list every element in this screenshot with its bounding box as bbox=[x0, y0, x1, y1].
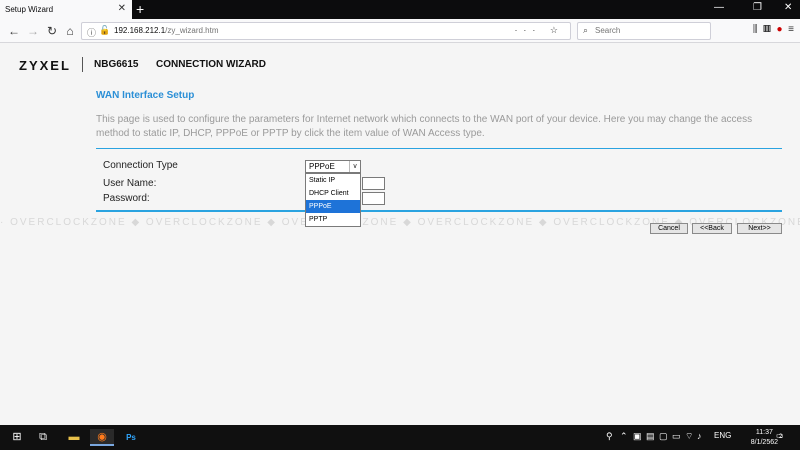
section-title: WAN Interface Setup bbox=[96, 90, 195, 101]
password-field[interactable] bbox=[362, 192, 385, 205]
sidebar-icon[interactable]: ▥ bbox=[763, 24, 771, 35]
search-box[interactable]: ⌕ bbox=[577, 22, 711, 40]
brand-logo: ZYXEL bbox=[19, 58, 71, 73]
clock-time: 11:37 bbox=[755, 429, 773, 436]
page-content: ZYXEL NBG6615 CONNECTION WIZARD WAN Inte… bbox=[0, 44, 800, 425]
tray-app-icon[interactable]: ▢ bbox=[659, 431, 668, 442]
toolbar-icons[interactable]: ⫼ ▥ ● ≡ bbox=[753, 24, 794, 35]
back-arrow-icon[interactable]: ← bbox=[6, 23, 22, 39]
insecure-lock-icon: 🔓 bbox=[99, 25, 111, 35]
browser-tabbar: Setup Wizard ✕ + — ❐ ✕ bbox=[0, 0, 800, 19]
page-actions-icons[interactable]: ··· ☆ bbox=[514, 25, 564, 36]
volume-icon[interactable]: ♪ bbox=[697, 431, 702, 441]
search-input[interactable] bbox=[595, 26, 705, 35]
page-header: ZYXEL NBG6615 CONNECTION WIZARD bbox=[0, 44, 800, 84]
search-icon: ⌕ bbox=[583, 25, 589, 35]
extension-icon[interactable]: ● bbox=[777, 24, 783, 35]
option-dhcp-client[interactable]: DHCP Client bbox=[306, 187, 360, 200]
file-explorer-icon[interactable]: ▬ bbox=[62, 429, 86, 446]
username-label: User Name: bbox=[103, 178, 157, 189]
tab-title: Setup Wizard bbox=[5, 5, 54, 14]
info-icon[interactable]: ⓘ bbox=[87, 26, 96, 39]
system-clock[interactable]: 11:37 8/1/2562 bbox=[751, 428, 778, 448]
connection-type-value: PPPoE bbox=[309, 162, 335, 171]
model-name: NBG6615 bbox=[94, 59, 139, 70]
url-text: 192.168.212.1/zy_wizard.htm bbox=[114, 26, 219, 35]
form-top-divider bbox=[96, 148, 782, 149]
next-button[interactable]: Next>> bbox=[737, 223, 782, 234]
browser-tab[interactable]: Setup Wizard ✕ bbox=[0, 0, 132, 19]
connection-type-select[interactable]: PPPoE ∨ bbox=[305, 160, 361, 173]
connection-type-dropdown: Static IP DHCP Client PPPoE PPTP bbox=[305, 173, 361, 227]
connection-type-label: Connection Type bbox=[103, 160, 178, 171]
header-divider bbox=[82, 57, 83, 72]
address-bar[interactable]: ⓘ 🔓 192.168.212.1/zy_wizard.htm ··· ☆ bbox=[81, 22, 571, 40]
option-pptp[interactable]: PPTP bbox=[306, 213, 360, 226]
close-window-icon[interactable]: ✕ bbox=[784, 2, 792, 13]
back-button[interactable]: <<Back bbox=[692, 223, 732, 234]
firefox-icon[interactable]: ◉ bbox=[90, 429, 114, 446]
network-icon[interactable]: ▭ bbox=[672, 431, 681, 442]
task-view-icon[interactable]: ⧉ bbox=[34, 429, 52, 446]
home-icon[interactable]: ⌂ bbox=[62, 23, 78, 39]
wizard-title: CONNECTION WIZARD bbox=[156, 59, 266, 70]
url-host: 192.168.212.1 bbox=[114, 26, 166, 35]
wifi-icon[interactable]: ⌔ bbox=[685, 431, 693, 442]
tab-close-icon[interactable]: ✕ bbox=[118, 3, 126, 14]
option-static-ip[interactable]: Static IP bbox=[306, 174, 360, 187]
forward-arrow-icon[interactable]: → bbox=[25, 23, 41, 39]
url-path: /zy_wizard.htm bbox=[165, 26, 219, 35]
password-label: Password: bbox=[103, 193, 150, 204]
language-bar-icon[interactable]: ▤ bbox=[646, 431, 655, 442]
section-description: This page is used to configure the param… bbox=[96, 114, 753, 139]
language-indicator[interactable]: ENG bbox=[714, 431, 731, 440]
cancel-button[interactable]: Cancel bbox=[650, 223, 688, 234]
form-bottom-divider bbox=[96, 210, 782, 212]
people-icon[interactable]: ⚲ bbox=[606, 431, 613, 442]
new-tab-button[interactable]: + bbox=[136, 1, 144, 17]
option-pppoe[interactable]: PPPoE bbox=[306, 200, 360, 213]
username-field[interactable] bbox=[362, 177, 385, 190]
photoshop-icon[interactable]: Ps bbox=[120, 429, 142, 446]
keyboard-icon[interactable]: ▣ bbox=[633, 431, 642, 442]
tray-chevron-icon[interactable]: ⌃ bbox=[620, 431, 628, 442]
windows-start-icon[interactable]: ⊞ bbox=[8, 429, 26, 446]
menu-icon[interactable]: ≡ bbox=[788, 24, 794, 35]
notification-count: 2 bbox=[779, 434, 783, 440]
chevron-down-icon[interactable]: ∨ bbox=[349, 161, 360, 172]
taskbar: ⊞ ⧉ ▬ ◉ Ps ⚲ ⌃ ▣ ▤ ▢ ▭ ⌔ ♪ ENG 11:37 8/1… bbox=[0, 425, 800, 450]
minimize-icon[interactable]: — bbox=[714, 2, 724, 13]
clock-date: 8/1/2562 bbox=[750, 439, 778, 446]
browser-navbar: ← → ↻ ⌂ ⓘ 🔓 192.168.212.1/zy_wizard.htm … bbox=[0, 19, 800, 43]
reload-icon[interactable]: ↻ bbox=[44, 23, 60, 39]
restore-icon[interactable]: ❐ bbox=[753, 2, 762, 13]
library-icon[interactable]: ⫼ bbox=[753, 24, 758, 35]
